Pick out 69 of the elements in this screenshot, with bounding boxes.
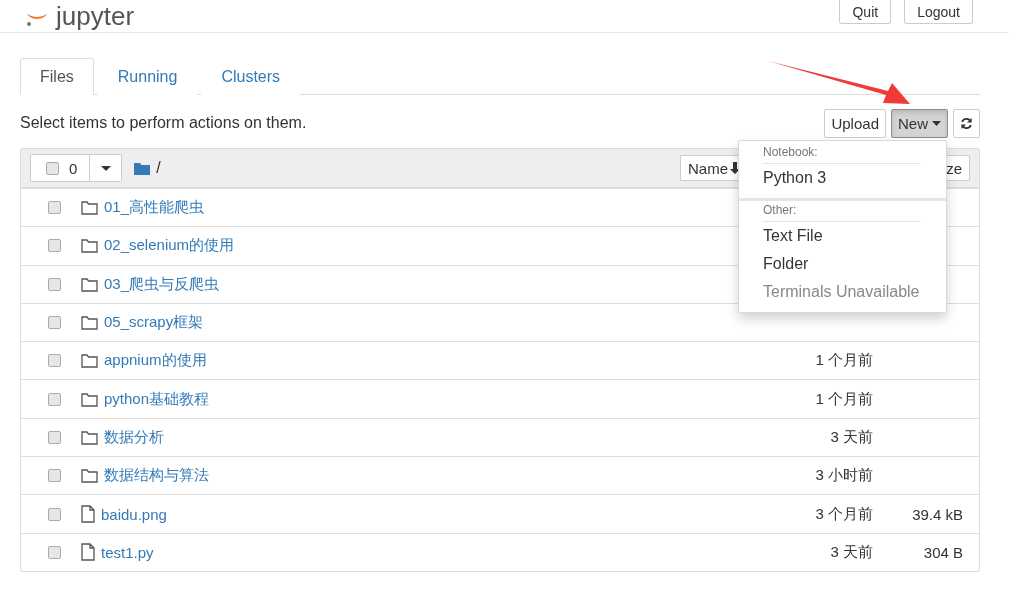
row-checkbox[interactable]: [48, 354, 61, 368]
folder-icon: [81, 429, 98, 445]
upload-button[interactable]: Upload: [824, 108, 886, 138]
row-checkbox[interactable]: [48, 507, 61, 521]
logo-text: jupyter: [56, 0, 135, 32]
path-link[interactable]: /: [156, 159, 161, 177]
file-icon: [81, 543, 95, 562]
folder-icon: [81, 200, 98, 216]
folder-icon: [81, 468, 98, 484]
item-link[interactable]: 数据分析: [81, 427, 733, 447]
select-menu-button[interactable]: [90, 154, 123, 182]
menu-heading: Notebook:: [763, 143, 921, 164]
modified-time: 1 个月前: [814, 389, 873, 409]
item-name: test1.py: [101, 543, 154, 561]
folder-icon: [134, 161, 151, 175]
refresh-icon: [960, 116, 973, 130]
menu-item[interactable]: Folder: [739, 250, 946, 278]
item-link[interactable]: appnium的使用: [81, 351, 733, 371]
row-checkbox[interactable]: [48, 277, 61, 291]
item-name: baidu.png: [101, 505, 167, 523]
item-link[interactable]: 数据结构与算法: [81, 466, 733, 486]
modified-time: 3 天前: [829, 427, 873, 447]
new-button[interactable]: New: [891, 108, 948, 138]
row-checkbox[interactable]: [48, 201, 61, 215]
item-name: 数据分析: [104, 427, 164, 447]
item-name: 数据结构与算法: [104, 466, 209, 486]
item-link[interactable]: test1.py: [81, 543, 733, 562]
item-link[interactable]: 03_爬虫与反爬虫: [81, 274, 733, 294]
row-checkbox[interactable]: [48, 316, 61, 330]
caret-icon: [932, 120, 941, 126]
folder-icon: [81, 238, 98, 254]
item-name: 03_爬虫与反爬虫: [104, 274, 220, 294]
modified-time: 3 天前: [829, 542, 873, 562]
selected-count: 0: [69, 159, 78, 177]
item-name: 05_scrapy框架: [104, 313, 204, 333]
folder-icon: [81, 276, 98, 292]
menu-heading: Other:: [763, 201, 921, 222]
row-checkbox[interactable]: [48, 545, 61, 559]
menu-item[interactable]: Text File: [739, 222, 946, 250]
refresh-button[interactable]: [953, 108, 980, 138]
item-name: 02_selenium的使用: [104, 236, 235, 256]
tab[interactable]: Files: [20, 58, 94, 95]
row-checkbox[interactable]: [48, 430, 61, 444]
file-size: 304 B: [922, 543, 963, 561]
modified-time: 3 小时前: [814, 466, 873, 486]
item-name: python基础教程: [104, 389, 210, 409]
item-name: 01_高性能爬虫: [104, 198, 205, 218]
item-name: appnium的使用: [104, 351, 207, 371]
header-button[interactable]: Logout: [904, 0, 973, 24]
caret-icon: [100, 165, 111, 171]
folder-icon: [81, 391, 98, 407]
hint-text: Select items to perform actions on them.: [20, 114, 308, 132]
row-checkbox[interactable]: [48, 469, 61, 483]
folder-icon: [81, 315, 98, 331]
item-link[interactable]: 01_高性能爬虫: [81, 198, 733, 218]
header-button[interactable]: Quit: [839, 0, 892, 24]
select-all-checkbox[interactable]: [46, 161, 59, 175]
file-icon: [81, 505, 95, 523]
item-link[interactable]: baidu.png: [81, 505, 733, 523]
folder-icon: [81, 353, 98, 369]
sort-arrow-icon: [730, 162, 740, 174]
row-checkbox[interactable]: [48, 392, 61, 406]
row-checkbox[interactable]: [48, 239, 61, 253]
modified-time: 3 个月前: [814, 504, 873, 524]
modified-time: 1 个月前: [814, 351, 873, 371]
item-link[interactable]: python基础教程: [81, 389, 733, 409]
item-link[interactable]: 05_scrapy框架: [81, 313, 733, 333]
item-link[interactable]: 02_selenium的使用: [81, 236, 733, 256]
file-size: 39.4 kB: [911, 505, 963, 523]
